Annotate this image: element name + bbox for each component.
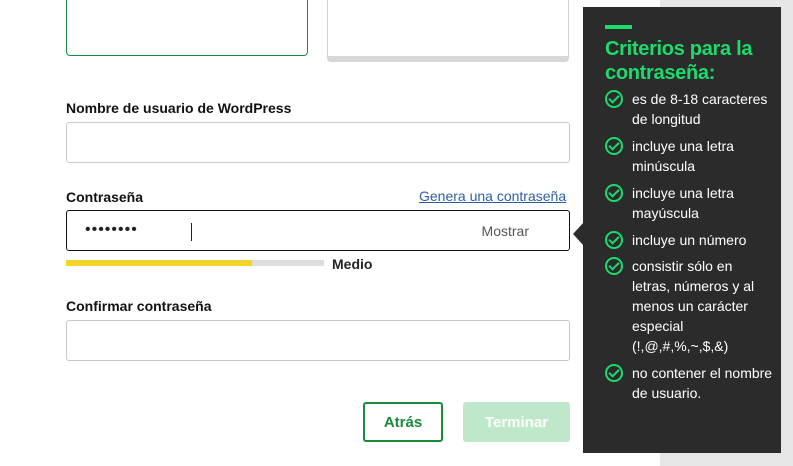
criteria-text: es de 8-18 caracteres de longitud — [632, 91, 768, 127]
criteria-list: es de 8-18 caracteres de longitud incluy… — [605, 89, 773, 403]
username-label: Nombre de usuario de WordPress — [66, 100, 292, 116]
password-strength-meter — [66, 260, 324, 266]
check-circle-icon — [605, 184, 623, 202]
finish-button[interactable]: Terminar — [463, 402, 570, 442]
password-strength-label: Medio — [332, 256, 373, 272]
tooltip-title: Criterios para la contraseña: — [605, 38, 753, 84]
criteria-text: incluye una letra minúscula — [632, 138, 734, 174]
plan-card-selected[interactable] — [66, 0, 308, 56]
password-label: Contraseña — [66, 189, 144, 205]
criteria-item: no contener el nombre de usuario. — [605, 363, 773, 403]
criteria-item: es de 8-18 caracteres de longitud — [605, 89, 773, 129]
password-value: •••••••• — [85, 221, 138, 238]
criteria-item: incluye una letra mayúscula — [605, 183, 773, 223]
plan-card[interactable] — [327, 0, 569, 62]
criteria-item: incluye un número — [605, 230, 773, 250]
confirm-password-label: Confirmar contraseña — [66, 298, 212, 314]
check-circle-icon — [605, 364, 623, 382]
show-password-button[interactable]: Mostrar — [482, 223, 529, 239]
check-circle-icon — [605, 90, 623, 108]
criteria-text: consistir sólo en letras, números y al m… — [632, 258, 755, 354]
check-circle-icon — [605, 257, 623, 275]
password-criteria-tooltip: Criterios para la contraseña: es de 8-18… — [583, 7, 781, 453]
criteria-item: incluye una letra minúscula — [605, 136, 773, 176]
check-circle-icon — [605, 137, 623, 155]
confirm-password-input[interactable] — [66, 320, 570, 361]
password-input[interactable]: •••••••• Mostrar — [66, 210, 570, 251]
criteria-item: consistir sólo en letras, números y al m… — [605, 256, 773, 356]
back-button[interactable]: Atrás — [363, 402, 443, 442]
criteria-text: no contener el nombre de usuario. — [632, 365, 773, 401]
check-circle-icon — [605, 231, 623, 249]
generate-password-link[interactable]: Genera una contraseña — [419, 188, 566, 204]
criteria-text: incluye un número — [632, 232, 747, 248]
username-input[interactable] — [66, 122, 570, 163]
text-caret — [191, 223, 192, 241]
password-strength-fill — [66, 260, 252, 266]
tooltip-accent-bar — [605, 25, 632, 29]
criteria-text: incluye una letra mayúscula — [632, 185, 734, 221]
